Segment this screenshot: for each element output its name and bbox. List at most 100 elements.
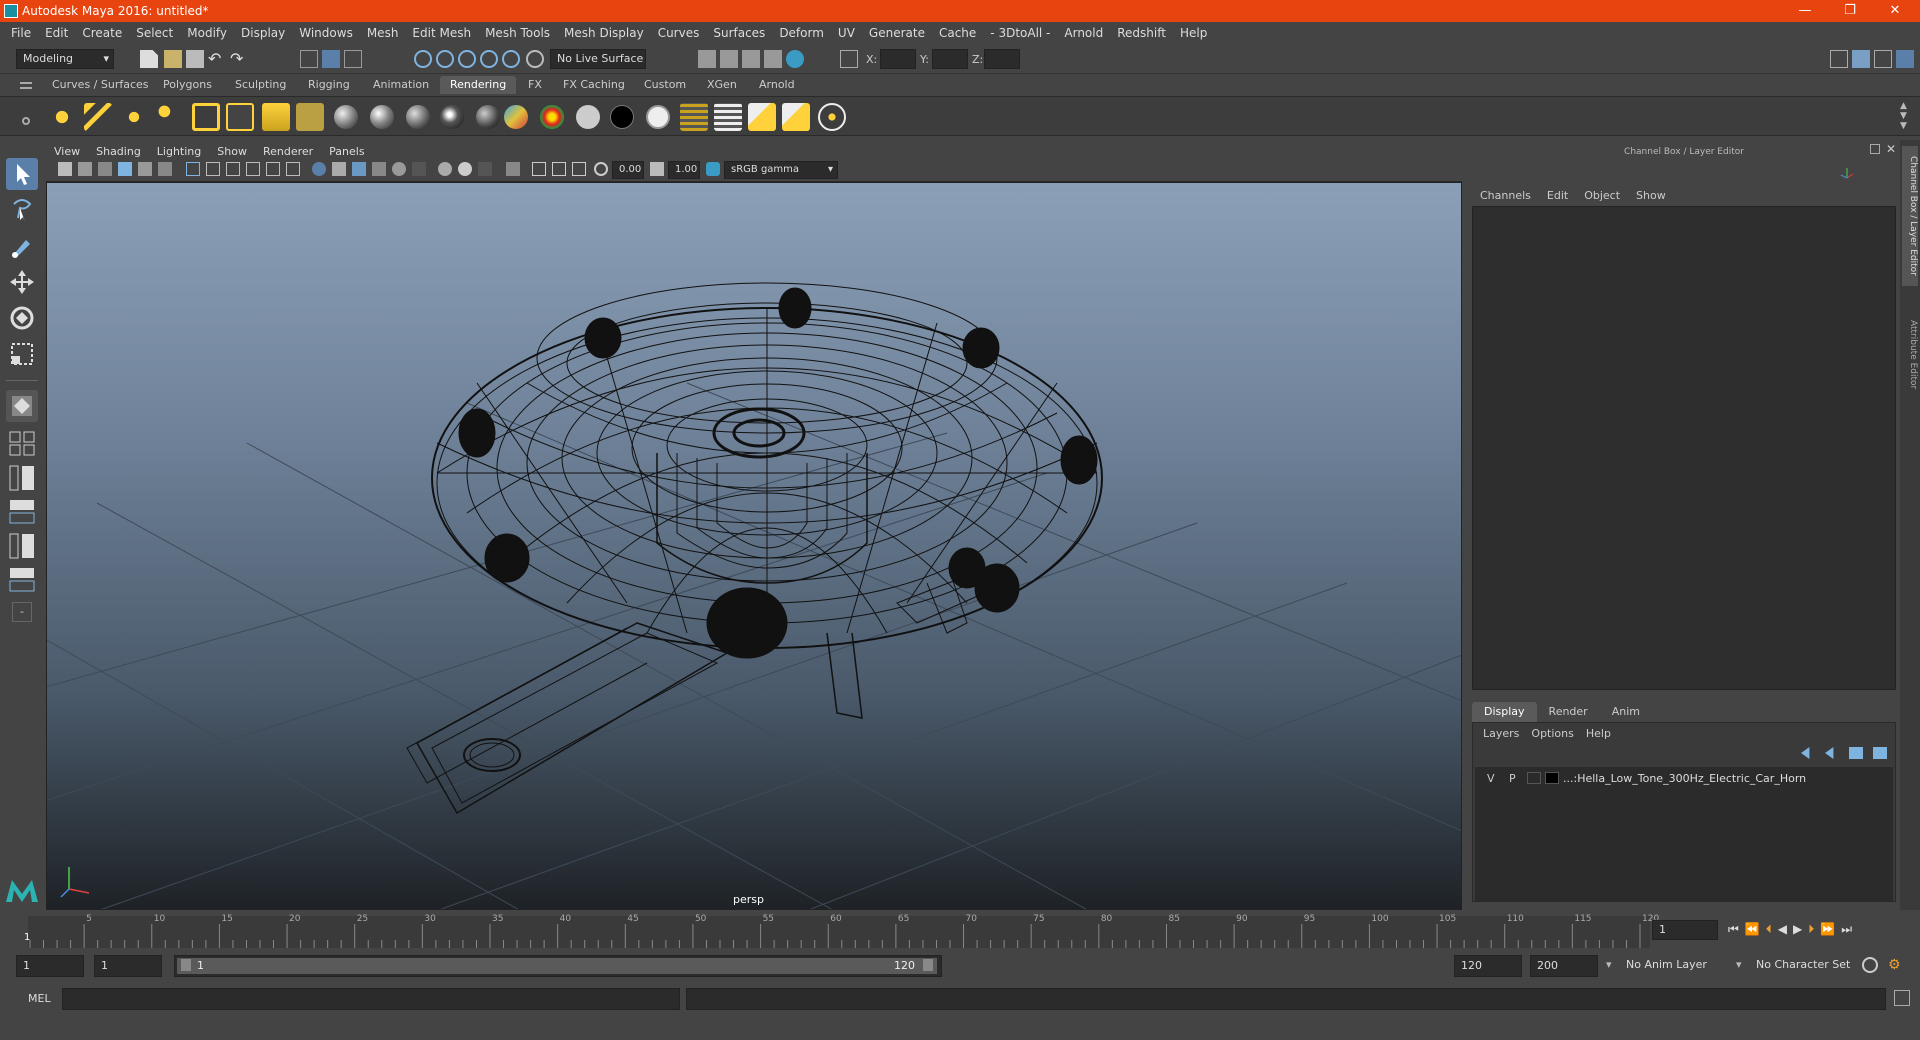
snap-point-icon[interactable] [458,50,476,68]
hud-icon[interactable] [572,162,586,176]
menu-modify[interactable]: Modify [180,26,234,40]
character-set-dropdown[interactable]: No Character Set [1750,955,1862,977]
move-tool-icon[interactable] [6,266,38,298]
two-d-pan-icon[interactable] [138,162,152,176]
cb-menu-edit[interactable]: Edit [1539,189,1576,202]
layer-tab-anim[interactable]: Anim [1600,702,1652,722]
area-light-icon[interactable] [192,103,220,131]
side-tab-attribute-editor[interactable]: Attribute Editor [1902,310,1918,400]
color-space-dropdown[interactable]: sRGB gamma ▾ [724,161,838,179]
menu-3dtoall[interactable]: - 3DtoAll - [983,26,1057,40]
camera-attributes-icon[interactable] [58,162,72,176]
anim-layer-dropdown[interactable]: No Anim Layer [1620,955,1732,977]
cb-menu-object[interactable]: Object [1576,189,1628,202]
persp-hypershade-layout-icon[interactable] [6,532,38,560]
menu-mesh-display[interactable]: Mesh Display [557,26,651,40]
menu-display[interactable]: Display [234,26,292,40]
layer-menu-options[interactable]: Options [1525,727,1579,740]
select-object-icon[interactable] [322,50,340,68]
render-frame-icon[interactable] [720,50,738,68]
new-layer-icon[interactable] [1849,747,1863,759]
play-forward-icon[interactable]: ▶ [1793,922,1802,937]
color-management-icon[interactable] [706,162,720,176]
gamma-icon[interactable] [650,162,664,176]
shelf-tab-sculpting[interactable]: Sculpting [225,76,296,94]
toggle-modeling-toolkit-icon[interactable] [1896,50,1914,68]
shelf-scroll-icon[interactable]: ▲ ▼ ▼ [1900,101,1910,131]
select-component-icon[interactable] [344,50,362,68]
paint-select-tool-icon[interactable] [6,230,38,262]
xray-icon[interactable] [372,162,386,176]
shelf-tab-arnold[interactable]: Arnold [749,76,805,94]
move-layer-down-icon[interactable] [1825,747,1834,759]
wireframe-icon[interactable] [312,162,326,176]
batch-render-icon[interactable] [782,103,810,131]
chevron-down-icon[interactable]: ▾ [1606,958,1612,971]
side-tab-channel-box[interactable]: Channel Box / Layer Editor [1902,146,1918,286]
cb-menu-show[interactable]: Show [1628,189,1674,202]
preferences-icon[interactable]: ⚙ [1888,957,1904,973]
anti-aliasing-icon[interactable] [478,162,492,176]
redo-icon[interactable]: ↷ [230,50,248,68]
new-layer-selected-icon[interactable] [1873,747,1887,759]
shelf-tab-fx-caching[interactable]: FX Caching [553,76,635,94]
layer-playback-toggle[interactable]: P [1509,772,1516,785]
workspace-icon[interactable] [1830,50,1848,68]
camera-aim-icon[interactable] [296,103,324,131]
select-tool-icon[interactable] [6,158,38,190]
hypershade-shelf-icon[interactable] [818,103,846,131]
select-hierarchy-icon[interactable] [300,50,318,68]
menu-windows[interactable]: Windows [292,26,360,40]
spot-light-icon[interactable] [156,103,184,131]
surface-shader-icon[interactable] [576,105,600,129]
menu-select[interactable]: Select [129,26,180,40]
ambient-occlusion-icon[interactable] [438,162,452,176]
gamma-field[interactable]: 1.00 [668,161,700,179]
current-frame-field[interactable]: 1 [1652,920,1718,940]
layer-menu-layers[interactable]: Layers [1477,727,1525,740]
mode-dropdown[interactable]: Modeling ▾ [16,49,114,69]
shelf-tab-curves-surfaces[interactable]: Curves / Surfaces [42,76,159,94]
ipr-render-icon[interactable] [742,50,760,68]
snap-live-icon[interactable] [526,50,544,68]
save-scene-icon[interactable] [186,50,204,68]
menu-curves[interactable]: Curves [651,26,707,40]
shelf-menu-icon[interactable] [20,82,32,89]
script-language-label[interactable]: MEL [28,992,51,1005]
render-settings-icon[interactable] [764,50,782,68]
hypershade-icon[interactable] [786,50,804,68]
frame-all-icon[interactable] [532,162,546,176]
close-button[interactable]: ✕ [1875,0,1915,22]
float-panel-icon[interactable] [1870,144,1880,154]
undo-icon[interactable]: ↶ [208,50,226,68]
snap-curve-icon[interactable] [436,50,454,68]
wireframe-on-shaded-icon[interactable] [352,162,366,176]
layer-tab-render[interactable]: Render [1537,702,1600,722]
frame-selection-icon[interactable] [552,162,566,176]
single-perspective-layout-icon[interactable] [6,390,38,422]
lock-camera-icon[interactable] [98,162,112,176]
shelf-tab-polygons[interactable]: Polygons [153,76,222,94]
anim-start-field[interactable]: 1 [94,955,162,977]
phonge-sphere-icon[interactable] [440,105,464,129]
live-surface-field[interactable]: No Live Surface [550,49,646,69]
anim-end-field[interactable]: 200 [1530,955,1598,977]
menu-arnold[interactable]: Arnold [1057,26,1110,40]
ambient-light-icon[interactable] [48,103,76,131]
vp-menu-show[interactable]: Show [209,145,255,158]
vp-menu-renderer[interactable]: Renderer [255,145,321,158]
layered-shader-icon[interactable] [504,105,528,129]
shelf-tab-xgen[interactable]: XGen [697,76,747,94]
exposure-icon[interactable] [594,162,608,176]
menu-mesh-tools[interactable]: Mesh Tools [478,26,557,40]
menu-surfaces[interactable]: Surfaces [706,26,772,40]
menu-file[interactable]: File [4,26,38,40]
shelf-tab-rigging[interactable]: Rigging [298,76,360,94]
shelf-settings-icon[interactable] [22,117,30,125]
shading-map-icon[interactable] [646,105,670,129]
menu-mesh[interactable]: Mesh [360,26,406,40]
point-light-icon[interactable] [120,103,148,131]
menu-uv[interactable]: UV [831,26,862,40]
vp-menu-view[interactable]: View [46,145,88,158]
menu-help[interactable]: Help [1173,26,1214,40]
